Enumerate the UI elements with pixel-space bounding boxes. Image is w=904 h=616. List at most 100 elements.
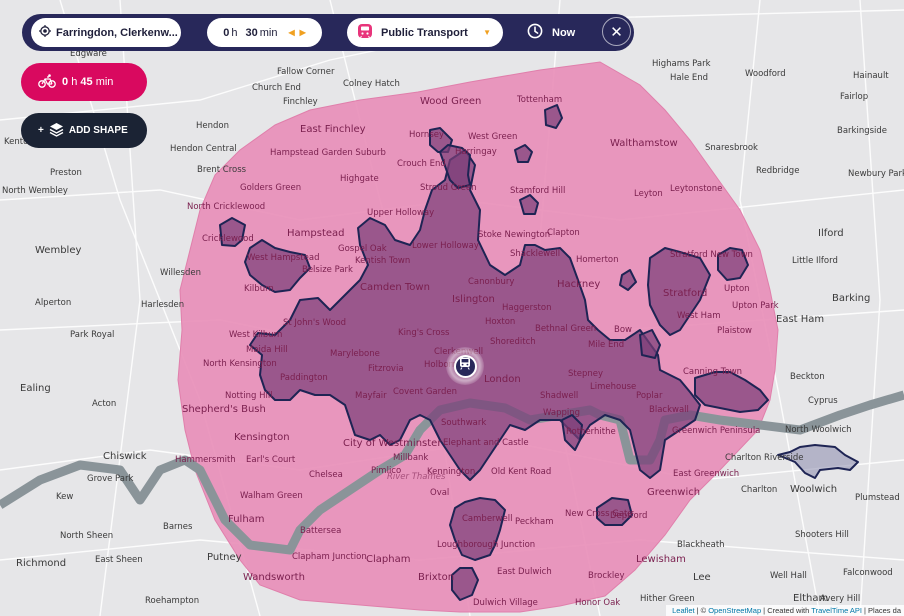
place-label: Crouch End: [397, 159, 446, 169]
place-label: City of Westminster: [343, 438, 442, 449]
place-label: Brent Cross: [197, 165, 247, 175]
place-label: Camden Town: [360, 282, 430, 293]
place-label: Lewisham: [636, 554, 686, 565]
place-label: Gospel Oak: [338, 244, 387, 254]
place-label: Hackney: [557, 279, 600, 290]
place-label: Highams Park: [652, 59, 711, 69]
clock-icon: [527, 23, 543, 42]
transport-mode-label: Public Transport: [381, 26, 468, 39]
place-label: Deptford: [610, 511, 647, 521]
duration-hours[interactable]: 0: [223, 27, 229, 39]
origin-location-field[interactable]: Farringdon, Clerkenw...: [31, 18, 181, 47]
place-label: Hendon Central: [170, 144, 237, 154]
place-label: Walthamstow: [610, 138, 678, 149]
place-label: Shadwell: [540, 391, 578, 401]
place-label: Cricklewood: [202, 234, 254, 244]
place-label: Grove Park: [87, 474, 134, 484]
place-label: Old Kent Road: [491, 467, 551, 477]
place-label: Preston: [50, 168, 82, 178]
cycling-shape-button[interactable]: 0 h 45 min: [21, 63, 147, 101]
place-label: Park Royal: [70, 330, 114, 340]
place-label: Richmond: [16, 558, 66, 569]
departure-time-button[interactable]: Now: [527, 18, 575, 47]
origin-marker[interactable]: [446, 347, 484, 385]
plus-icon: +: [38, 125, 44, 136]
place-label: North Wembley: [2, 186, 68, 196]
origin-location-label: Farringdon, Clerkenw...: [56, 26, 178, 39]
place-label: Lower Holloway: [412, 241, 479, 251]
place-label: Barking: [832, 293, 870, 304]
place-label: Paddington: [280, 373, 328, 383]
place-label: Cyprus: [808, 396, 838, 406]
place-label: Honor Oak: [575, 598, 620, 608]
place-label: Blackheath: [677, 540, 725, 550]
place-label: Islington: [452, 294, 495, 305]
place-label: Harlesden: [141, 300, 184, 310]
place-label: West Ham: [677, 311, 720, 321]
traveltime-api-link[interactable]: TravelTime API: [811, 605, 862, 616]
place-label: Stratford: [663, 288, 707, 299]
place-label: Wapping: [543, 408, 580, 418]
place-label: Mile End: [588, 340, 624, 350]
decrease-duration-button[interactable]: ◀: [288, 28, 294, 37]
place-label: Acton: [92, 399, 116, 409]
place-label: Homerton: [576, 255, 619, 265]
place-label: West Hampstead: [247, 253, 319, 263]
place-label: East Finchley: [300, 124, 366, 135]
attribution-separator: | Created with: [763, 606, 810, 615]
place-label: Elephant and Castle: [443, 438, 529, 448]
transport-mode-select[interactable]: Public Transport ▼: [347, 18, 503, 47]
place-label: Camberwell: [462, 514, 512, 524]
place-label: Hither Green: [640, 594, 695, 604]
layers-icon: [49, 122, 64, 140]
place-label: North Sheen: [60, 531, 113, 541]
place-label: East Sheen: [95, 555, 143, 565]
place-label: Barkingside: [837, 126, 887, 136]
place-label: Fairlop: [840, 92, 868, 102]
place-label: Willesden: [160, 268, 201, 278]
place-label: Beckton: [790, 372, 825, 382]
place-label: Bow: [614, 325, 632, 335]
departure-time-label: Now: [552, 26, 576, 39]
leaflet-link[interactable]: Leaflet: [672, 605, 695, 616]
place-label: Hornsey: [409, 130, 444, 140]
place-label: Fitzrovia: [368, 364, 404, 374]
place-label: Belsize Park: [302, 265, 353, 275]
place-label: Earl's Court: [246, 455, 296, 465]
add-shape-button[interactable]: + ADD SHAPE: [21, 113, 147, 148]
duration-minutes[interactable]: 30: [245, 27, 257, 39]
chevron-down-icon: ▼: [483, 28, 491, 37]
place-label: Leyton: [634, 189, 663, 199]
close-button[interactable]: ✕: [602, 17, 631, 46]
openstreetmap-link[interactable]: OpenStreetMap: [708, 605, 761, 616]
place-label: Hendon: [196, 121, 229, 131]
place-label: Stepney: [568, 369, 603, 379]
place-label: Ealing: [20, 383, 51, 394]
place-label: Loughborough Junction: [437, 540, 535, 550]
place-label: Walham Green: [240, 491, 303, 501]
place-label: Tottenham: [516, 95, 562, 105]
place-label: Clapham: [366, 554, 410, 565]
place-label: Woodford: [745, 69, 786, 79]
place-label: Limehouse: [590, 382, 636, 392]
place-label: Brixton: [418, 572, 454, 583]
place-label: Haggerston: [502, 303, 551, 313]
place-label: Chelsea: [309, 470, 343, 480]
place-label: Rotherhithe: [566, 427, 616, 437]
place-label: West Kilburn: [229, 330, 282, 340]
place-label: Leytonstone: [670, 184, 722, 194]
place-label: Hammersmith: [175, 455, 236, 465]
increase-duration-button[interactable]: ▶: [300, 28, 306, 37]
place-label: Fallow Corner: [277, 67, 335, 77]
place-label: Shoreditch: [490, 337, 536, 347]
duration-stepper[interactable]: 0 h 30 min ◀ ▶: [207, 18, 322, 47]
cycling-minutes-unit: min: [95, 76, 114, 88]
place-label: Greenwich Peninsula: [672, 426, 760, 436]
place-label: Upton: [724, 284, 750, 294]
location-target-icon: [39, 25, 51, 40]
place-label: East Ham: [776, 314, 824, 325]
train-icon: [459, 357, 471, 375]
place-label: Chiswick: [103, 451, 147, 462]
place-label: North Cricklewood: [187, 202, 265, 212]
place-label: Marylebone: [330, 349, 380, 359]
